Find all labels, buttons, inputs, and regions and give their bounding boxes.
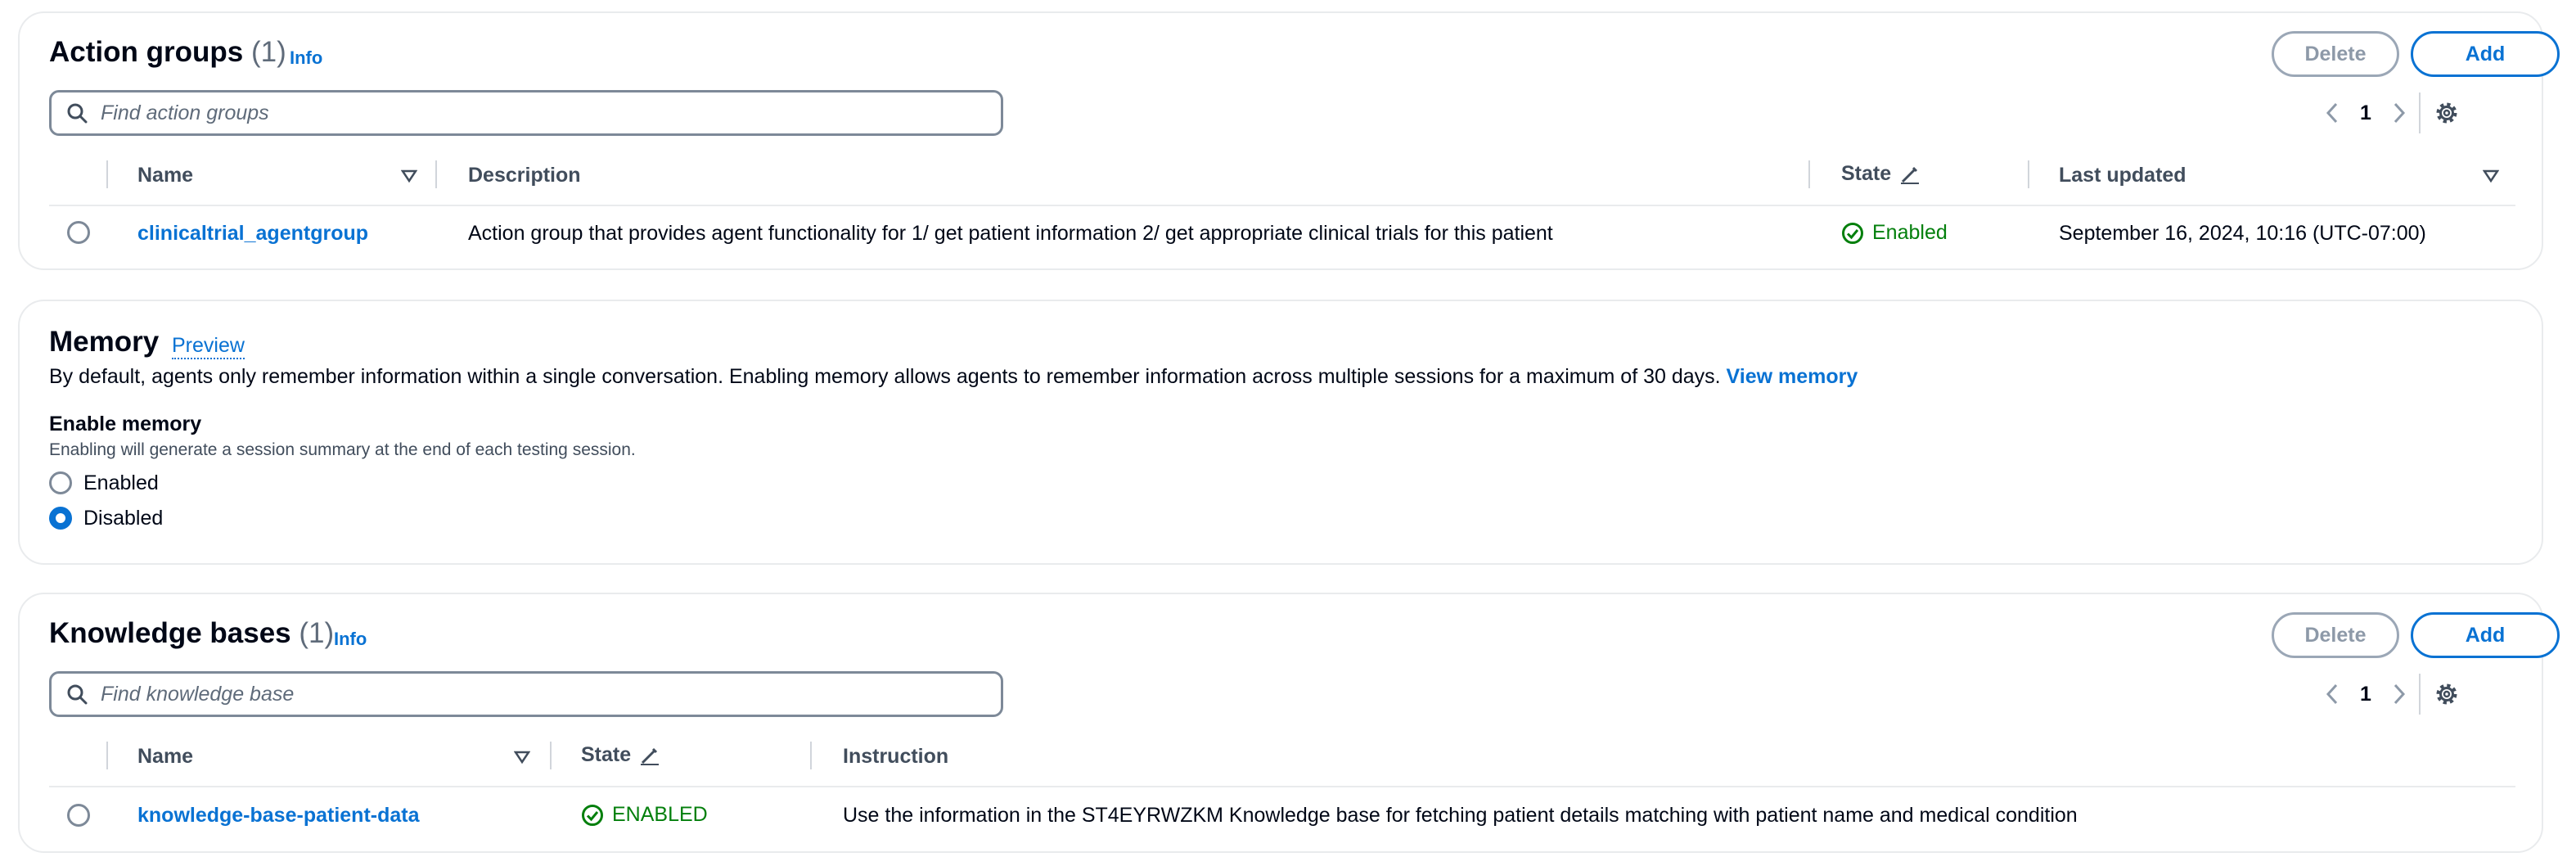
action-group-name-link[interactable]: clinicaltrial_agentgroup — [137, 222, 368, 246]
action-groups-page-number[interactable]: 1 — [2360, 101, 2371, 125]
chevron-left-icon[interactable] — [2324, 101, 2340, 125]
column-separator — [550, 742, 552, 769]
memory-enabled-radio[interactable] — [49, 471, 72, 494]
action-groups-search-input[interactable] — [101, 101, 919, 125]
knowledge-bases-search-input[interactable] — [101, 682, 919, 706]
status-check-icon — [582, 804, 603, 826]
memory-description: By default, agents only remember informa… — [49, 365, 1858, 388]
column-header-instruction: Instruction — [843, 745, 949, 768]
pagination-divider — [2418, 92, 2421, 133]
gear-icon[interactable] — [2434, 100, 2460, 126]
action-groups-count: (1) — [250, 36, 286, 68]
table-header-divider — [49, 786, 2515, 787]
knowledge-bases-page-number[interactable]: 1 — [2360, 683, 2371, 706]
column-separator — [2028, 160, 2029, 188]
status-check-icon — [1842, 222, 1863, 244]
action-groups-delete-button[interactable]: Delete — [2272, 31, 2399, 77]
knowledge-bases-heading: Knowledge bases (1) — [49, 617, 334, 650]
column-header-name[interactable]: Name — [137, 164, 193, 187]
action-groups-panel: Action groups (1) Info Delete Add 1 Name… — [18, 11, 2560, 270]
memory-title: Memory — [49, 326, 160, 358]
view-memory-link[interactable]: View memory — [1727, 365, 1858, 388]
action-group-last-updated: September 16, 2024, 10:16 (UTC-07:00) — [2059, 222, 2426, 245]
chevron-right-icon[interactable] — [2391, 101, 2407, 125]
action-group-state: Enabled — [1841, 221, 1948, 245]
knowledge-base-instruction: Use the information in the ST4EYRWZKM Kn… — [843, 804, 2078, 827]
knowledge-bases-panel: Knowledge bases (1) Info Delete Add 1 Na… — [18, 593, 2560, 853]
enable-memory-label: Enable memory — [49, 413, 202, 435]
memory-disabled-label[interactable]: Disabled — [83, 507, 163, 530]
knowledge-base-row-radio[interactable] — [67, 804, 90, 827]
action-groups-search[interactable] — [49, 90, 1003, 136]
knowledge-base-name-link[interactable]: knowledge-base-patient-data — [137, 804, 420, 828]
column-separator — [1808, 160, 1810, 188]
action-group-row-radio[interactable] — [67, 221, 90, 244]
search-icon — [67, 103, 88, 124]
action-groups-title: Action groups — [49, 36, 244, 68]
edit-pencil-icon — [1901, 166, 1920, 184]
knowledge-bases-pagination: 1 — [2324, 671, 2460, 717]
action-group-description: Action group that provides agent functio… — [468, 222, 1553, 245]
edit-pencil-icon — [641, 747, 660, 765]
action-groups-info-link[interactable]: Info — [290, 47, 322, 69]
knowledge-bases-delete-button[interactable]: Delete — [2272, 612, 2399, 658]
chevron-right-icon[interactable] — [2391, 682, 2407, 706]
sort-caret-icon[interactable] — [514, 750, 530, 765]
knowledge-bases-count: (1) — [299, 617, 335, 649]
column-separator — [435, 160, 437, 188]
column-header-state: State — [1841, 162, 1921, 186]
column-header-state: State — [581, 743, 660, 767]
gear-icon[interactable] — [2434, 681, 2460, 707]
column-header-description: Description — [468, 164, 581, 187]
memory-enabled-label[interactable]: Enabled — [83, 471, 159, 495]
memory-disabled-radio[interactable] — [49, 507, 72, 530]
column-header-last-updated[interactable]: Last updated — [2059, 164, 2186, 187]
chevron-left-icon[interactable] — [2324, 682, 2340, 706]
memory-panel: Memory Preview By default, agents only r… — [18, 300, 2543, 565]
column-header-name[interactable]: Name — [137, 745, 193, 769]
table-header-divider — [49, 205, 2515, 206]
column-separator — [106, 160, 108, 188]
action-groups-heading: Action groups (1) — [49, 36, 286, 69]
sort-caret-icon[interactable] — [401, 169, 417, 183]
knowledge-bases-info-link[interactable]: Info — [334, 629, 367, 650]
knowledge-bases-title: Knowledge bases — [49, 617, 291, 649]
memory-preview-badge[interactable]: Preview — [172, 334, 245, 359]
knowledge-base-state: ENABLED — [581, 803, 708, 827]
search-icon — [67, 684, 88, 705]
action-groups-pagination: 1 — [2324, 90, 2460, 136]
knowledge-bases-search[interactable] — [49, 671, 1003, 717]
enable-memory-hint: Enabling will generate a session summary… — [49, 440, 636, 459]
action-groups-add-button[interactable]: Add — [2411, 31, 2560, 77]
pagination-divider — [2418, 674, 2421, 715]
column-separator — [106, 742, 108, 769]
knowledge-bases-add-button[interactable]: Add — [2411, 612, 2560, 658]
column-separator — [810, 742, 812, 769]
sort-caret-icon[interactable] — [2483, 169, 2499, 183]
